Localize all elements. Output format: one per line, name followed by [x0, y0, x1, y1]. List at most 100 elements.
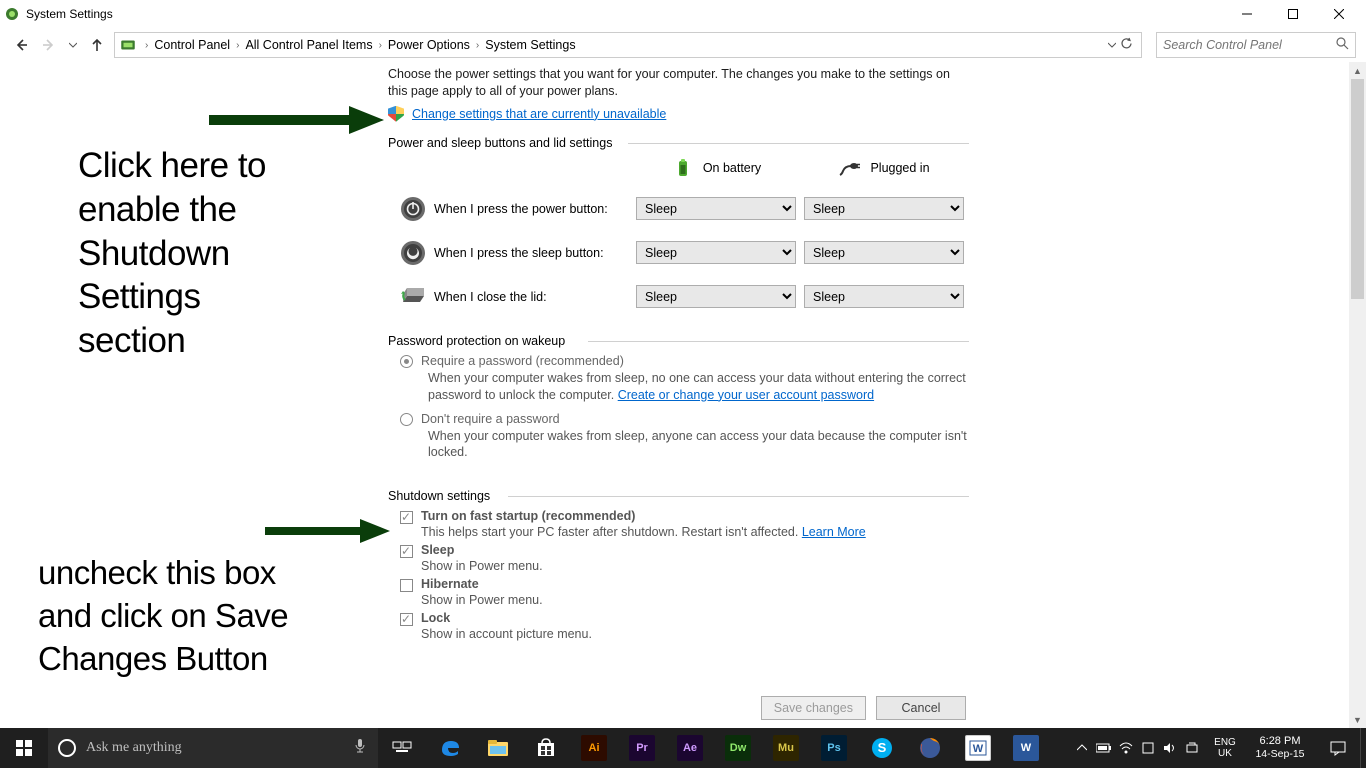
require-password-label: Require a password (recommended) — [421, 354, 969, 368]
cortana-icon — [58, 739, 76, 757]
recent-dropdown[interactable] — [66, 34, 80, 56]
intro-text: Choose the power settings that you want … — [388, 66, 969, 100]
section-shutdown: Shutdown settings — [388, 489, 969, 503]
cancel-button[interactable]: Cancel — [876, 696, 966, 720]
power-button-icon — [398, 194, 428, 224]
nav-bar: › Control Panel › All Control Panel Item… — [0, 28, 1366, 62]
scroll-down-arrow[interactable]: ▼ — [1349, 711, 1366, 728]
tray-icon-2[interactable] — [1182, 728, 1202, 768]
vertical-scrollbar[interactable]: ▲ ▼ — [1349, 62, 1366, 728]
breadcrumb[interactable]: › Control Panel › All Control Panel Item… — [114, 32, 1142, 58]
clock[interactable]: 6:28 PM 14-Sep-15 — [1244, 728, 1316, 768]
language-indicator[interactable]: ENGUK — [1206, 728, 1244, 768]
lock-checkbox — [400, 613, 413, 626]
section-power-buttons: Power and sleep buttons and lid settings — [388, 136, 969, 150]
forward-button[interactable] — [38, 34, 60, 56]
fast-startup-desc: This helps start your PC faster after sh… — [421, 525, 969, 539]
photoshop-icon[interactable]: Ps — [810, 728, 858, 768]
cortana-placeholder: Ask me anything — [86, 740, 344, 756]
taskbar: Ask me anything Ai Pr Ae Dw Mu Ps S W W … — [0, 728, 1366, 768]
show-desktop-button[interactable] — [1360, 728, 1366, 768]
refresh-button[interactable] — [1120, 37, 1133, 53]
up-button[interactable] — [86, 34, 108, 56]
section-password: Password protection on wakeup — [388, 334, 969, 348]
hibernate-desc: Show in Power menu. — [421, 593, 969, 607]
firefox-icon[interactable] — [906, 728, 954, 768]
title-bar: System Settings — [0, 0, 1366, 28]
taskbar-apps: Ai Pr Ae Dw Mu Ps S W W — [378, 728, 1068, 768]
skype-icon[interactable]: S — [858, 728, 906, 768]
col-plugged-label: Plugged in — [870, 161, 929, 175]
chevron-right-icon: › — [474, 40, 481, 51]
tray-chevron-icon[interactable] — [1072, 728, 1092, 768]
illustrator-icon[interactable]: Ai — [570, 728, 618, 768]
lock-desc: Show in account picture menu. — [421, 627, 969, 641]
tray-icon-1[interactable] — [1138, 728, 1158, 768]
store-icon[interactable] — [522, 728, 570, 768]
change-settings-link[interactable]: Change settings that are currently unava… — [412, 107, 666, 121]
chevron-right-icon: › — [143, 40, 150, 51]
learn-more-link[interactable]: Learn More — [802, 525, 866, 539]
fast-startup-label: Turn on fast startup (recommended) — [421, 509, 635, 523]
dreamweaver-icon[interactable]: Dw — [714, 728, 762, 768]
minimize-button[interactable] — [1224, 0, 1270, 28]
lock-label: Lock — [421, 611, 450, 625]
dont-require-password-radio — [400, 413, 413, 426]
content-area: Choose the power settings that you want … — [0, 62, 1366, 728]
microphone-icon[interactable] — [354, 738, 366, 758]
dont-require-label: Don't require a password — [421, 412, 969, 426]
lid-battery-select[interactable]: Sleep — [636, 285, 796, 308]
hibernate-label: Hibernate — [421, 577, 479, 591]
notification-icon[interactable] — [1316, 728, 1360, 768]
svg-text:S: S — [878, 740, 887, 755]
tray-battery-icon[interactable] — [1094, 728, 1114, 768]
premiere-icon[interactable]: Pr — [618, 728, 666, 768]
lid-plugged-select[interactable]: Sleep — [804, 285, 964, 308]
bc-control-panel[interactable]: Control Panel — [152, 38, 232, 52]
svg-text:W: W — [973, 743, 984, 755]
search-box[interactable] — [1156, 32, 1356, 58]
row-power-label: When I press the power button: — [434, 202, 608, 216]
search-input[interactable] — [1163, 38, 1336, 52]
edge-icon[interactable] — [426, 728, 474, 768]
back-button[interactable] — [10, 34, 32, 56]
bc-system-settings[interactable]: System Settings — [483, 38, 577, 52]
task-view-icon[interactable] — [378, 728, 426, 768]
word-active-icon[interactable]: W — [1002, 728, 1050, 768]
tray-wifi-icon[interactable] — [1116, 728, 1136, 768]
search-icon — [1336, 37, 1349, 53]
chevron-right-icon: › — [377, 40, 384, 51]
file-explorer-icon[interactable] — [474, 728, 522, 768]
scroll-thumb[interactable] — [1351, 79, 1364, 299]
fast-startup-checkbox — [400, 511, 413, 524]
power-plugged-select[interactable]: Sleep — [804, 197, 964, 220]
power-battery-select[interactable]: Sleep — [636, 197, 796, 220]
maximize-button[interactable] — [1270, 0, 1316, 28]
aftereffects-icon[interactable]: Ae — [666, 728, 714, 768]
window-title: System Settings — [26, 7, 113, 21]
close-button[interactable] — [1316, 0, 1362, 28]
breadcrumb-dropdown[interactable] — [1108, 38, 1116, 52]
scroll-up-arrow[interactable]: ▲ — [1349, 62, 1366, 79]
lid-icon — [398, 282, 428, 312]
battery-icon — [671, 156, 695, 180]
sleep-plugged-select[interactable]: Sleep — [804, 241, 964, 264]
word-icon[interactable]: W — [954, 728, 1002, 768]
require-password-radio — [400, 355, 413, 368]
app-icon — [4, 6, 20, 22]
row-lid-label: When I close the lid: — [434, 290, 547, 304]
tray-volume-icon[interactable] — [1160, 728, 1180, 768]
dont-require-desc: When your computer wakes from sleep, any… — [428, 428, 968, 462]
bc-all-items[interactable]: All Control Panel Items — [243, 38, 374, 52]
create-password-link[interactable]: Create or change your user account passw… — [618, 388, 874, 402]
sleep-desc: Show in Power menu. — [421, 559, 969, 573]
start-button[interactable] — [0, 728, 48, 768]
save-changes-button[interactable]: Save changes — [761, 696, 866, 720]
bc-power-options[interactable]: Power Options — [386, 38, 472, 52]
hibernate-checkbox — [400, 579, 413, 592]
cortana-search[interactable]: Ask me anything — [48, 728, 378, 768]
sleep-button-icon — [398, 238, 428, 268]
control-panel-icon — [119, 36, 137, 54]
sleep-battery-select[interactable]: Sleep — [636, 241, 796, 264]
muse-icon[interactable]: Mu — [762, 728, 810, 768]
